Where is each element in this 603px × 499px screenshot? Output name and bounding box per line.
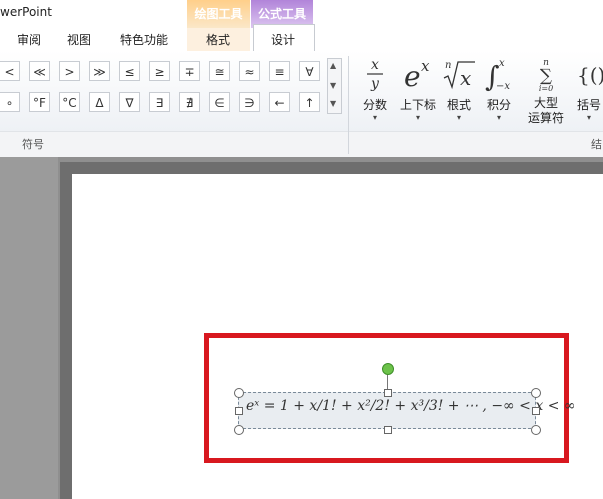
resize-handle-left[interactable] — [235, 407, 243, 415]
chevron-down-icon: ▾ — [372, 113, 377, 122]
symbol-button[interactable]: ∀ — [299, 61, 320, 81]
symbol-button[interactable]: ∃ — [149, 92, 170, 112]
symbol-button[interactable]: ≡ — [269, 61, 290, 81]
symbol-button[interactable]: ← — [269, 92, 290, 112]
symbol-button[interactable]: ∄ — [179, 92, 200, 112]
bracket-icon: {()} — [577, 63, 603, 87]
structures-group-label: 结 — [591, 138, 602, 151]
svg-text:x: x — [371, 57, 379, 73]
tab-design[interactable]: 设计 — [271, 31, 295, 48]
resize-handle-top[interactable] — [384, 389, 392, 397]
fraction-button[interactable]: x y 分数 ▾ — [359, 56, 391, 122]
scroll-up-icon[interactable]: ▲ — [330, 61, 336, 70]
symbol-button[interactable]: ≤ — [119, 61, 140, 81]
resize-handle-top-left[interactable] — [234, 388, 244, 398]
chevron-down-icon: ▾ — [415, 113, 420, 122]
symbol-button[interactable]: ∘ — [0, 92, 20, 112]
symbol-button[interactable]: ∈ — [209, 92, 230, 112]
symbol-button[interactable]: ≫ — [89, 61, 110, 81]
symbol-button[interactable]: Δ — [89, 92, 110, 112]
radical-label: 根式 — [446, 98, 471, 112]
radical-button[interactable]: n x 根式 ▾ — [441, 56, 477, 122]
tab-special[interactable]: 特色功能 — [120, 31, 168, 48]
app-title: werPoint — [0, 5, 52, 19]
script-button[interactable]: e x 上下标 ▾ — [397, 56, 439, 122]
left-panel-edge — [0, 157, 58, 499]
symbol-button[interactable]: °C — [59, 92, 80, 112]
svg-text:{()}: {()} — [577, 63, 603, 87]
svg-text:x: x — [499, 58, 505, 69]
tab-review[interactable]: 审阅 — [17, 31, 41, 48]
symbol-button[interactable]: ∓ — [179, 61, 200, 81]
rotate-handle[interactable] — [382, 363, 394, 375]
tab-format[interactable]: 格式 — [206, 31, 230, 48]
svg-text:n: n — [445, 60, 451, 71]
svg-text:x: x — [421, 57, 430, 75]
scroll-down-icon[interactable]: ▼ — [330, 81, 336, 90]
symbol-button[interactable]: ∇ — [119, 92, 140, 112]
radical-icon: n x — [443, 60, 475, 90]
symbol-button[interactable]: < — [0, 61, 20, 81]
symbol-button[interactable]: ↑ — [299, 92, 320, 112]
symbol-button[interactable]: ≈ — [239, 61, 260, 81]
svg-text:y: y — [370, 76, 380, 92]
svg-text:−x: −x — [496, 81, 510, 92]
resize-handle-bottom-left[interactable] — [234, 425, 244, 435]
resize-handle-right[interactable] — [532, 407, 540, 415]
chevron-down-icon: ▾ — [456, 113, 461, 122]
symbol-gallery-scroll[interactable]: ▲ ▼ ▼ — [327, 58, 342, 114]
chevron-down-icon: ▾ — [496, 113, 501, 122]
tab-view[interactable]: 视图 — [67, 31, 91, 48]
integral-icon: ∫ x −x — [485, 58, 510, 93]
chevron-down-icon: ▾ — [586, 113, 591, 122]
symbol-button[interactable]: ≥ — [149, 61, 170, 81]
integral-button[interactable]: ∫ x −x 积分 ▾ — [482, 56, 516, 122]
large-operator-icon: n ∑ i=0 — [539, 58, 553, 93]
ribbon-group-labels — [0, 131, 603, 158]
symbol-button[interactable]: °F — [29, 92, 50, 112]
svg-text:x: x — [460, 66, 471, 90]
group-separator — [348, 56, 349, 154]
symbol-button[interactable]: > — [59, 61, 80, 81]
symbol-button[interactable]: ≅ — [209, 61, 230, 81]
symbols-group-label: 符号 — [22, 138, 44, 151]
drawing-tools-context: 绘图工具 — [187, 0, 250, 28]
bracket-button[interactable]: {()} 括号 ▾ — [575, 56, 603, 122]
integral-label: 积分 — [486, 98, 511, 112]
fraction-label: 分数 — [362, 98, 387, 112]
bracket-label: 括号 — [576, 98, 601, 112]
large-operator-button[interactable]: n ∑ i=0 大型 运算符 — [522, 56, 570, 126]
resize-handle-bottom[interactable] — [384, 426, 392, 434]
symbol-button[interactable]: ∋ — [239, 92, 260, 112]
script-label: 上下标 — [399, 98, 436, 112]
svg-text:∑: ∑ — [540, 66, 552, 86]
resize-handle-top-right[interactable] — [531, 388, 541, 398]
equation-tools-label: 公式工具 — [257, 7, 306, 21]
rotate-connector — [387, 373, 388, 390]
drawing-tools-label: 绘图工具 — [194, 7, 243, 21]
large-operator-label: 大型 运算符 — [527, 96, 564, 125]
equation-text[interactable]: eˣ = 1 + x/1! + x²/2! + x³/3! + ⋯ , −∞ <… — [246, 398, 576, 414]
svg-text:i=0: i=0 — [539, 84, 553, 92]
resize-handle-bottom-right[interactable] — [531, 425, 541, 435]
fraction-icon: x y — [367, 57, 383, 92]
gallery-more-icon[interactable]: ▼ — [330, 99, 336, 108]
symbol-button[interactable]: ≪ — [29, 61, 50, 81]
svg-text:e: e — [404, 60, 421, 92]
script-icon: e x — [404, 57, 430, 93]
